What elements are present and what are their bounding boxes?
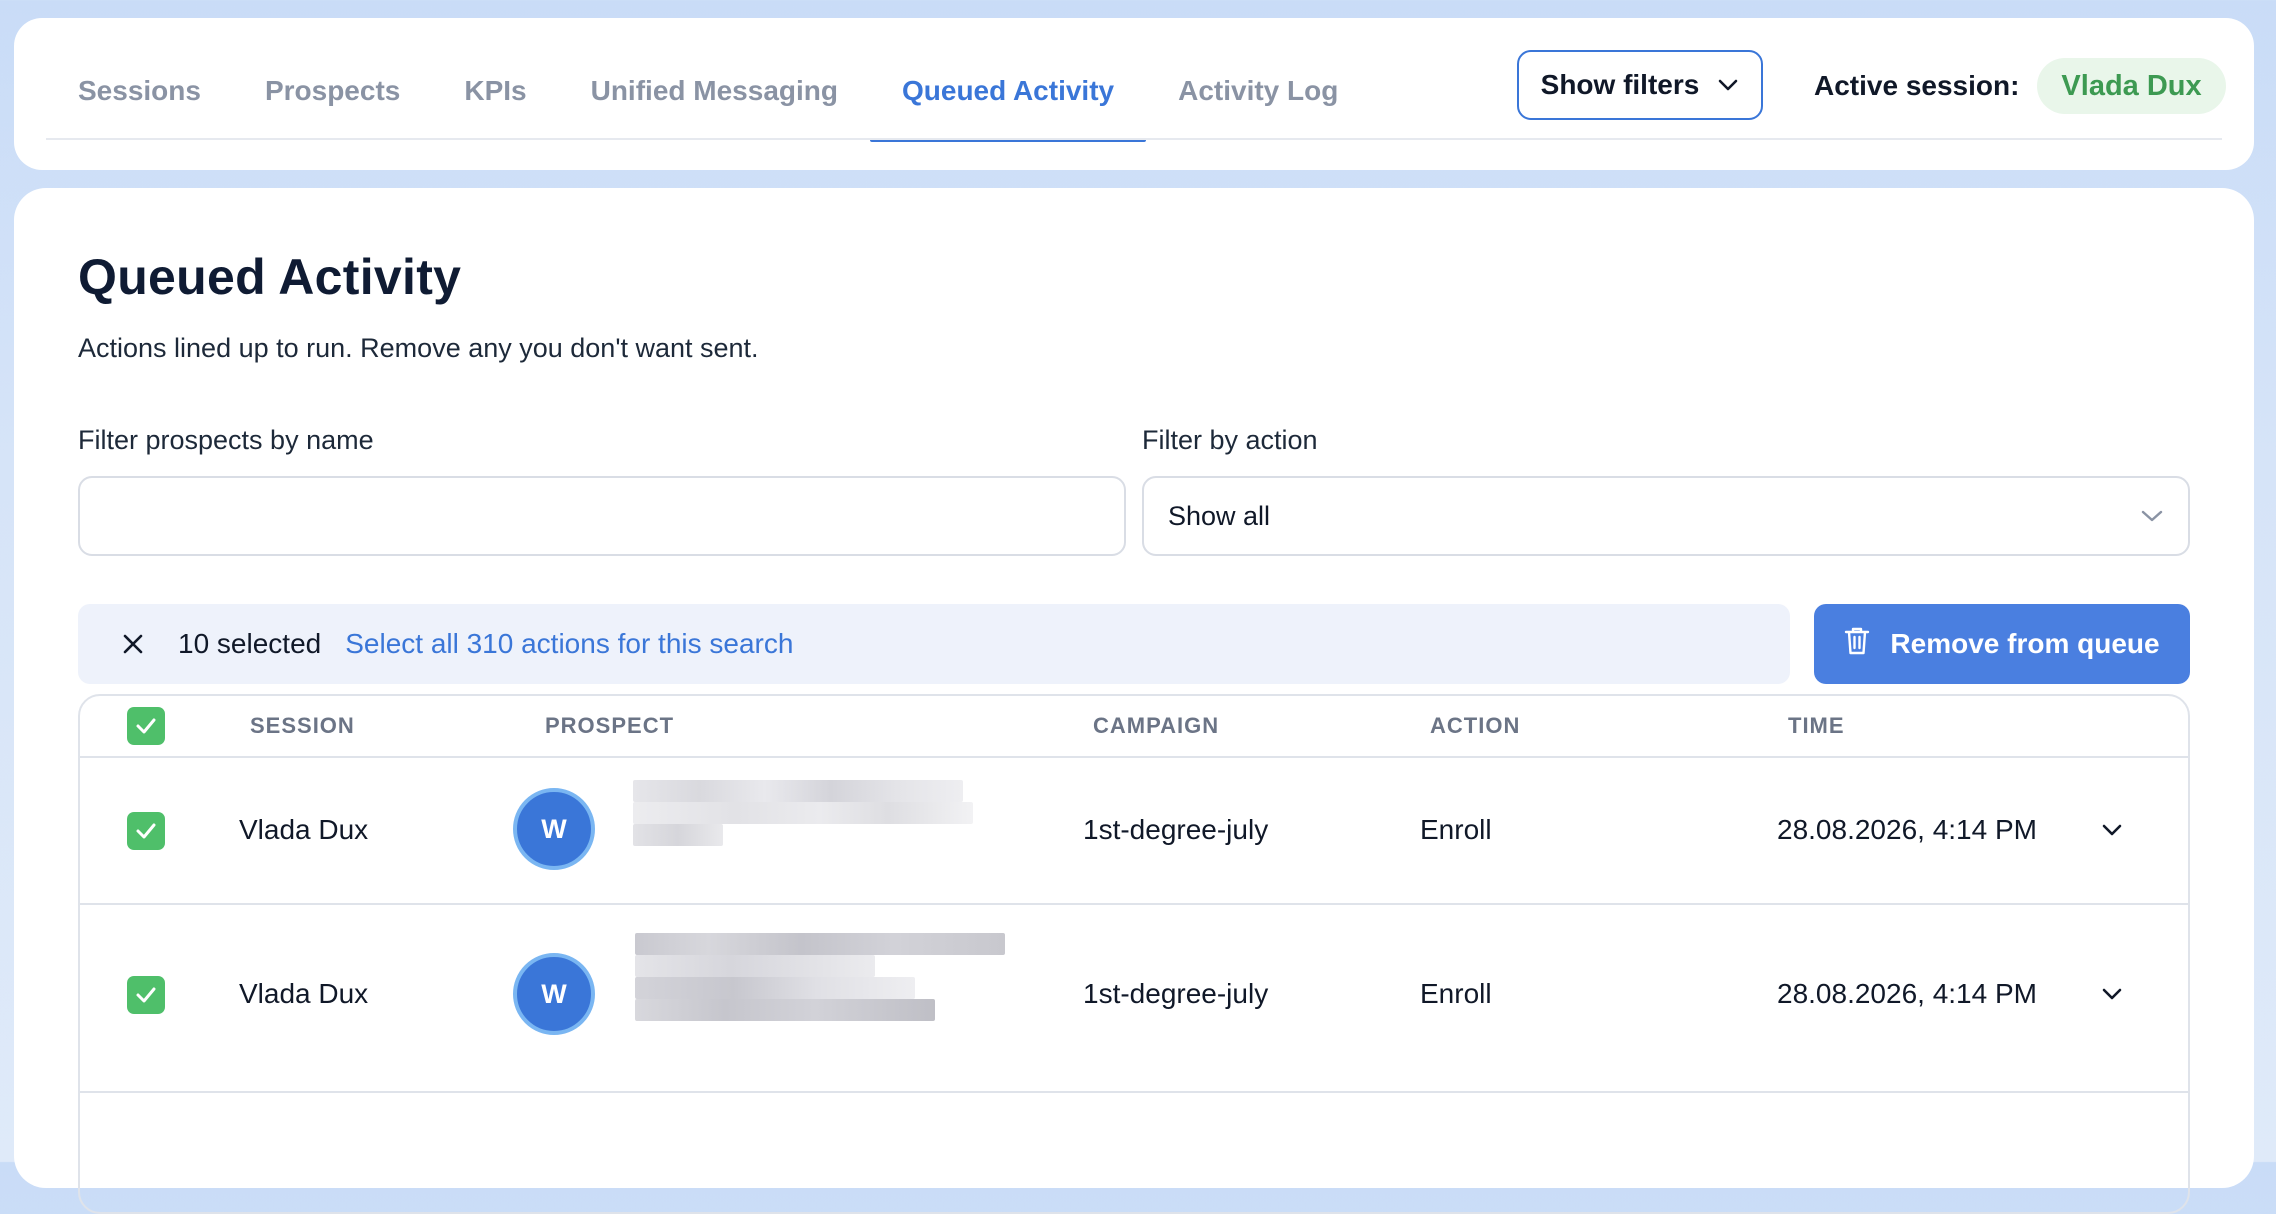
- redacted-prospect-name: [635, 933, 1015, 1053]
- remove-from-queue-button[interactable]: Remove from queue: [1814, 604, 2190, 684]
- page-title: Queued Activity: [78, 249, 462, 305]
- show-filters-label: Show filters: [1540, 69, 1700, 100]
- column-header-campaign[interactable]: CAMPAIGN: [1093, 696, 1219, 756]
- main-panel: Queued Activity Actions lined up to run.…: [14, 188, 2254, 1214]
- tab-bar: Sessions Prospects KPIs Unified Messagin…: [46, 18, 1370, 142]
- remove-from-queue-label: Remove from queue: [1890, 628, 2160, 659]
- redacted-prospect-name: [633, 780, 973, 870]
- checkmark-icon: [136, 718, 156, 734]
- tab-kpis[interactable]: KPIs: [432, 18, 558, 138]
- checkmark-icon: [136, 987, 156, 1003]
- row-action: Enroll: [1420, 978, 1492, 1009]
- column-header-action[interactable]: ACTION: [1430, 696, 1520, 756]
- column-header-session[interactable]: SESSION: [250, 696, 355, 756]
- clear-selection-icon[interactable]: [112, 623, 154, 665]
- row-session: Vlada Dux: [239, 814, 369, 845]
- select-all-checkbox[interactable]: [127, 707, 165, 745]
- name-filter-label: Filter prospects by name: [78, 425, 374, 455]
- active-session-badge[interactable]: Vlada Dux: [2037, 58, 2226, 114]
- tab-unified-messaging[interactable]: Unified Messaging: [559, 18, 870, 138]
- action-filter-select[interactable]: Show all: [1142, 476, 2190, 556]
- trash-icon: [1844, 626, 1870, 663]
- name-filter-input[interactable]: [78, 476, 1126, 556]
- avatar: W: [513, 788, 595, 870]
- column-header-time[interactable]: TIME: [1788, 696, 1845, 756]
- page-subtitle: Actions lined up to run. Remove any you …: [78, 333, 759, 363]
- chevron-down-icon: [2140, 509, 2164, 523]
- row-session: Vlada Dux: [239, 978, 369, 1009]
- tab-prospects[interactable]: Prospects: [233, 18, 432, 138]
- row-campaign: 1st-degree-july: [1083, 814, 1269, 845]
- row-campaign: 1st-degree-july: [1083, 978, 1269, 1009]
- tab-divider: [46, 138, 2222, 140]
- row-time: 28.08.2026, 4:14 PM: [1777, 814, 2037, 845]
- select-all-link[interactable]: Select all 310 actions for this search: [345, 628, 793, 660]
- action-filter-label: Filter by action: [1142, 425, 1318, 455]
- selected-count: 10 selected: [178, 628, 322, 659]
- row-checkbox[interactable]: [127, 976, 165, 1014]
- expand-row-chevron-down-icon[interactable]: [2092, 974, 2132, 1014]
- table-header: SESSION PROSPECT CAMPAIGN ACTION TIME: [80, 696, 2188, 758]
- selection-bar: 10 selected Select all 310 actions for t…: [78, 604, 1790, 684]
- table-row[interactable]: Vlada Dux W 1st-degree-july Enroll 28.08…: [80, 905, 2188, 1093]
- column-header-prospect[interactable]: PROSPECT: [545, 696, 674, 756]
- tab-activity-log[interactable]: Activity Log: [1146, 18, 1370, 138]
- action-filter-value: Show all: [1168, 500, 1271, 531]
- top-navigation: Sessions Prospects KPIs Unified Messagin…: [14, 18, 2254, 170]
- show-filters-button[interactable]: Show filters: [1517, 50, 1763, 120]
- avatar: W: [513, 953, 595, 1035]
- row-checkbox[interactable]: [127, 812, 165, 850]
- chevron-down-icon: [1717, 78, 1739, 92]
- active-session-label: Active session:: [1814, 70, 2020, 101]
- row-time: 28.08.2026, 4:14 PM: [1777, 978, 2037, 1009]
- table-row[interactable]: Vlada Dux W 1st-degree-july Enroll 28.08…: [80, 758, 2188, 905]
- row-action: Enroll: [1420, 814, 1492, 845]
- queued-activity-table: SESSION PROSPECT CAMPAIGN ACTION TIME Vl…: [78, 694, 2190, 1214]
- tab-sessions[interactable]: Sessions: [46, 18, 233, 138]
- tab-queued-activity[interactable]: Queued Activity: [869, 18, 1147, 142]
- expand-row-chevron-down-icon[interactable]: [2092, 810, 2132, 850]
- active-session: Active session: Vlada Dux: [1814, 58, 2226, 114]
- checkmark-icon: [136, 823, 156, 839]
